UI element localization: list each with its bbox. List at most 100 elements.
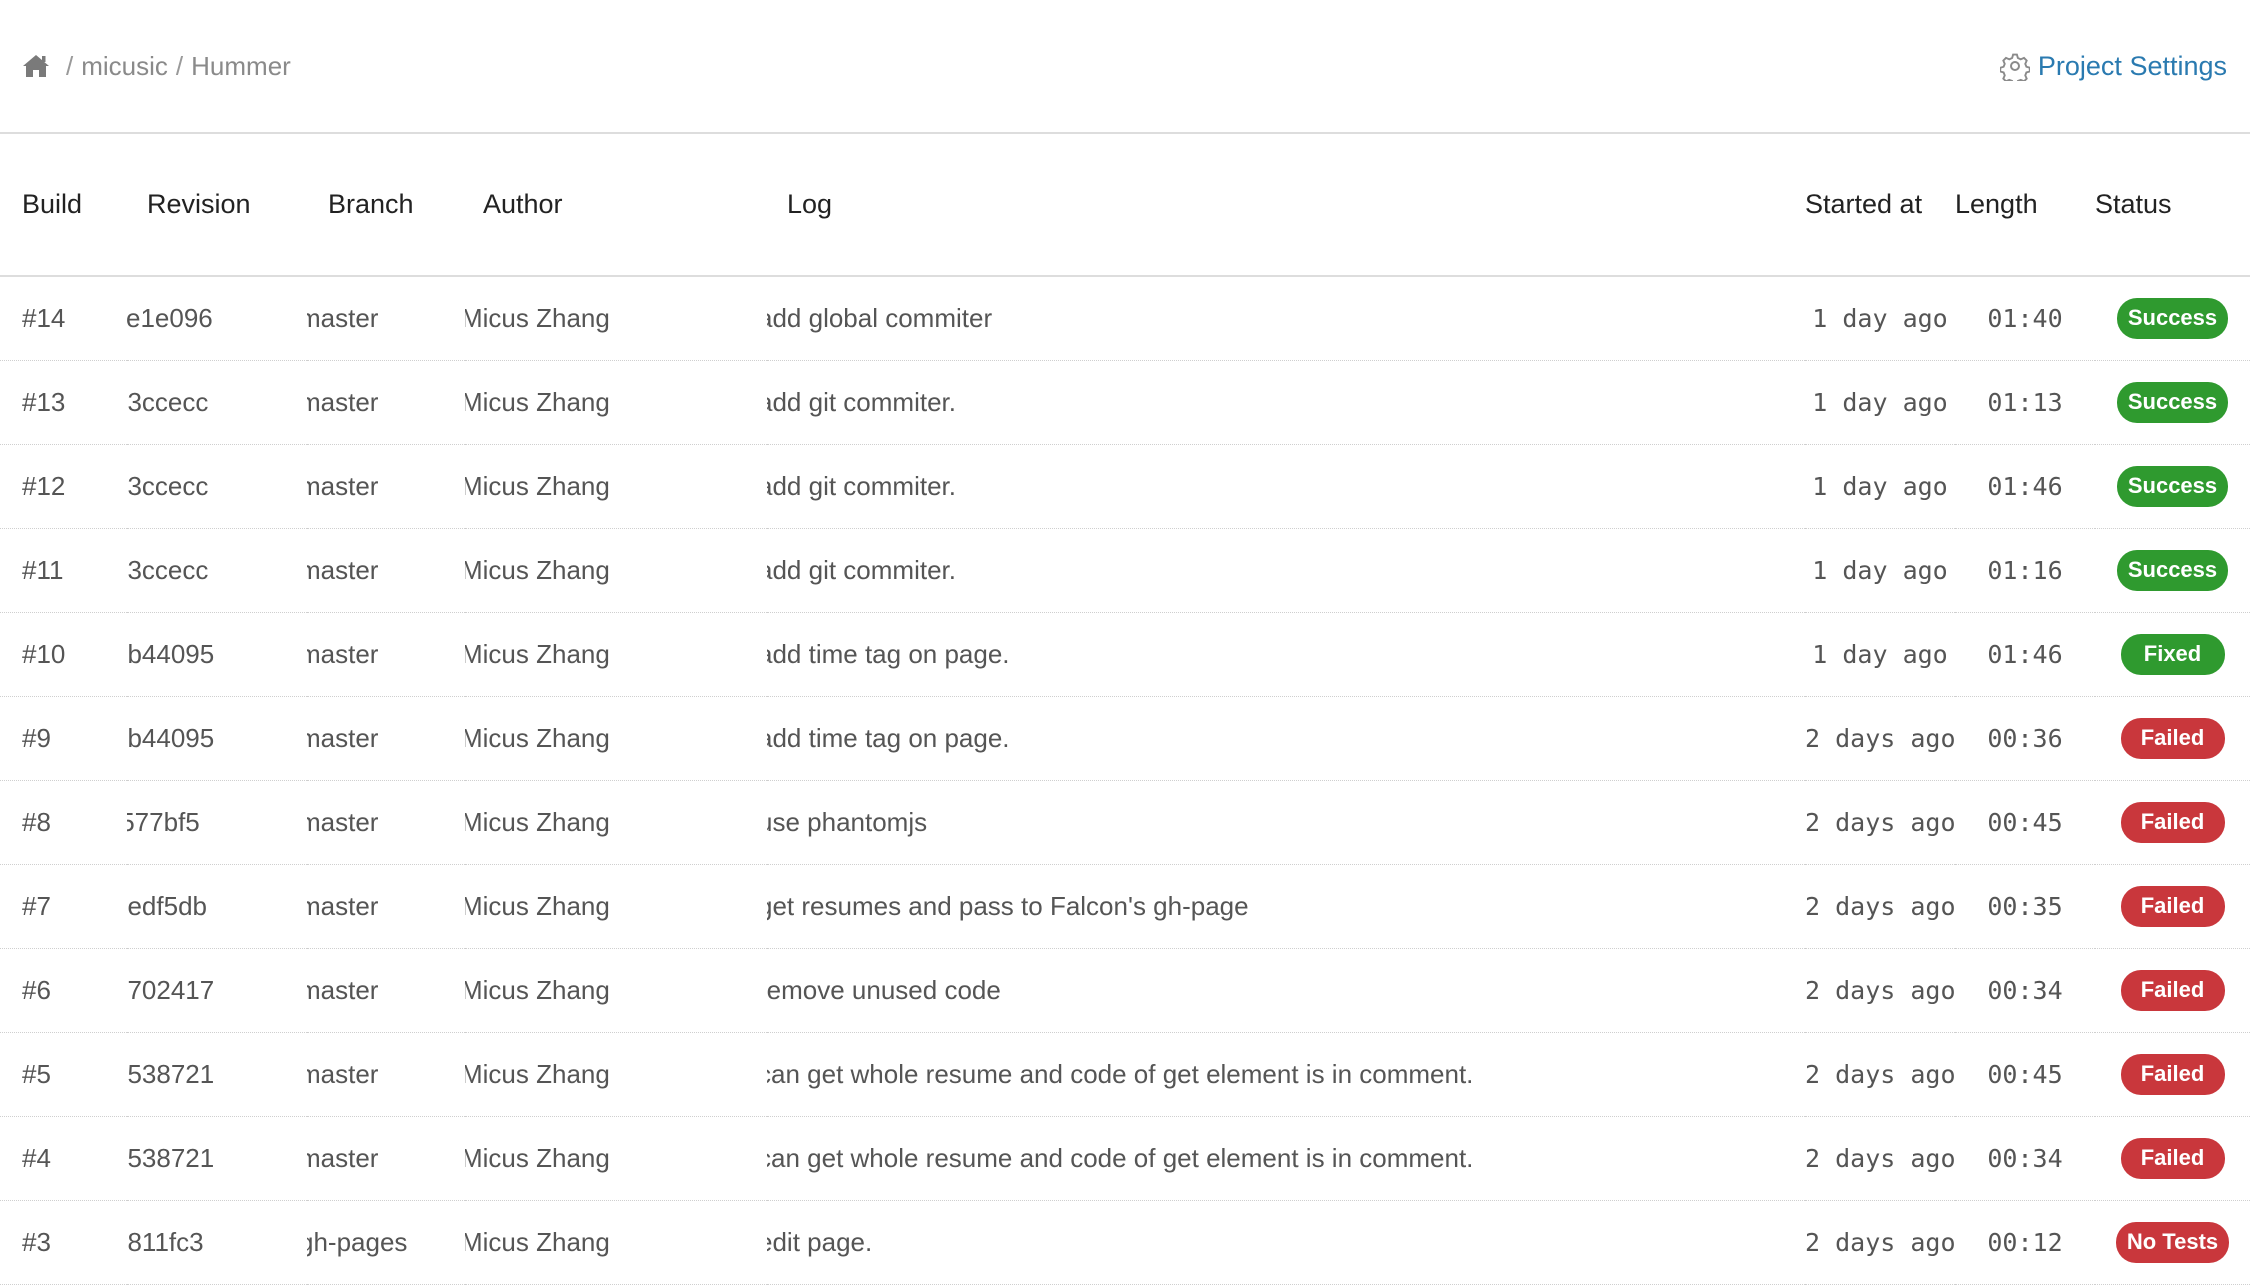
- breadcrumb-project[interactable]: Hummer: [191, 51, 291, 82]
- status-cell: Success: [2095, 528, 2250, 613]
- status-badge: Failed: [2120, 886, 2225, 927]
- author-name: Micus Zhang: [465, 948, 767, 1033]
- started-at: 1 day ago: [1805, 276, 1955, 361]
- revision-hash: 73ccecc: [127, 360, 307, 445]
- commit-log: use phantomjs: [767, 780, 1805, 865]
- author-name: Micus Zhang: [465, 360, 767, 445]
- table-row[interactable]: #103b44095masterMicus Zhangadd time tag …: [0, 612, 2250, 697]
- column-header-started-at[interactable]: Started at: [1805, 134, 1955, 277]
- status-cell: Failed: [2095, 780, 2250, 865]
- status-cell: Failed: [2095, 948, 2250, 1033]
- build-length: 01:46: [1955, 444, 2095, 529]
- build-length: 01:16: [1955, 528, 2095, 613]
- breadcrumb-owner[interactable]: micusic: [81, 51, 168, 82]
- revision-hash: 3b44095: [127, 612, 307, 697]
- column-header-log[interactable]: Log: [767, 134, 1805, 277]
- author-name: Micus Zhang: [465, 1200, 767, 1285]
- author-name: Micus Zhang: [465, 696, 767, 781]
- branch-name: master: [307, 612, 465, 697]
- status-cell: Success: [2095, 444, 2250, 529]
- table-row[interactable]: #1173cceccmasterMicus Zhangadd git commi…: [0, 528, 2250, 613]
- started-at: 2 days ago: [1805, 1116, 1955, 1201]
- status-badge: Success: [2116, 550, 2229, 591]
- status-badge: Failed: [2120, 718, 2225, 759]
- builds-table: Build Revision Branch Author Log Started…: [0, 134, 2250, 1285]
- build-number: #13: [0, 360, 127, 445]
- author-name: Micus Zhang: [465, 612, 767, 697]
- table-row[interactable]: #7bedf5dbmasterMicus Zhangget resumes an…: [0, 864, 2250, 949]
- table-row[interactable]: #4d538721masterMicus Zhangcan get whole …: [0, 1116, 2250, 1201]
- author-name: Micus Zhang: [465, 780, 767, 865]
- table-row[interactable]: #65702417masterMicus Zhangremove unused …: [0, 948, 2250, 1033]
- breadcrumb: / micusic / Hummer: [22, 51, 291, 82]
- breadcrumb-separator: /: [66, 50, 74, 81]
- table-header-row: Build Revision Branch Author Log Started…: [0, 134, 2250, 277]
- branch-name: master: [307, 276, 465, 361]
- table-row[interactable]: #1273cceccmasterMicus Zhangadd git commi…: [0, 444, 2250, 529]
- revision-hash: f577bf5: [127, 780, 307, 865]
- status-badge: Failed: [2120, 802, 2225, 843]
- build-length: 00:45: [1955, 1032, 2095, 1117]
- build-length: 00:34: [1955, 948, 2095, 1033]
- home-icon[interactable]: [22, 53, 50, 79]
- status-cell: Success: [2095, 360, 2250, 445]
- build-number: #10: [0, 612, 127, 697]
- status-cell: Fixed: [2095, 612, 2250, 697]
- build-length: 00:34: [1955, 1116, 2095, 1201]
- build-number: #5: [0, 1032, 127, 1117]
- column-header-build[interactable]: Build: [0, 134, 127, 277]
- table-row[interactable]: #93b44095masterMicus Zhangadd time tag o…: [0, 696, 2250, 781]
- column-header-status[interactable]: Status: [2095, 134, 2250, 277]
- commit-log: can get whole resume and code of get ele…: [767, 1032, 1805, 1117]
- status-badge: Fixed: [2120, 634, 2225, 675]
- gear-icon: [1999, 51, 2031, 86]
- author-name: Micus Zhang: [465, 1032, 767, 1117]
- status-badge: Failed: [2120, 1138, 2225, 1179]
- started-at: 1 day ago: [1805, 528, 1955, 613]
- branch-name: master: [307, 444, 465, 529]
- column-header-length[interactable]: Length: [1955, 134, 2095, 277]
- table-row[interactable]: #14ce1e096masterMicus Zhangadd global co…: [0, 276, 2250, 361]
- table-row[interactable]: #8f577bf5masterMicus Zhanguse phantomjs2…: [0, 780, 2250, 865]
- author-name: Micus Zhang: [465, 528, 767, 613]
- branch-name: master: [307, 864, 465, 949]
- status-cell: Success: [2095, 276, 2250, 361]
- build-number: #8: [0, 780, 127, 865]
- build-number: #11: [0, 528, 127, 613]
- build-number: #4: [0, 1116, 127, 1201]
- column-header-author[interactable]: Author: [465, 134, 767, 277]
- commit-log: add global commiter: [767, 276, 1805, 361]
- status-badge: Success: [2116, 466, 2229, 507]
- status-cell: Failed: [2095, 1116, 2250, 1201]
- branch-name: master: [307, 696, 465, 781]
- author-name: Micus Zhang: [465, 276, 767, 361]
- started-at: 2 days ago: [1805, 864, 1955, 949]
- project-settings-link[interactable]: Project Settings: [1999, 51, 2227, 86]
- build-length: 00:36: [1955, 696, 2095, 781]
- table-row[interactable]: #1373cceccmasterMicus Zhangadd git commi…: [0, 360, 2250, 445]
- revision-hash: ce1e096: [127, 276, 307, 361]
- started-at: 1 day ago: [1805, 444, 1955, 529]
- revision-hash: 3b44095: [127, 696, 307, 781]
- table-row[interactable]: #36811fc3gh-pagesMicus Zhangedit page.2 …: [0, 1200, 2250, 1285]
- builds-table-body: #14ce1e096masterMicus Zhangadd global co…: [0, 276, 2250, 1285]
- table-row[interactable]: #5d538721masterMicus Zhangcan get whole …: [0, 1032, 2250, 1117]
- build-length: 00:35: [1955, 864, 2095, 949]
- commit-log: add git commiter.: [767, 528, 1805, 613]
- branch-name: master: [307, 948, 465, 1033]
- column-header-revision[interactable]: Revision: [127, 134, 307, 277]
- commit-log: add time tag on page.: [767, 696, 1805, 781]
- started-at: 2 days ago: [1805, 696, 1955, 781]
- build-number: #9: [0, 696, 127, 781]
- status-cell: Failed: [2095, 864, 2250, 949]
- build-number: #14: [0, 276, 127, 361]
- started-at: 2 days ago: [1805, 780, 1955, 865]
- status-cell: Failed: [2095, 696, 2250, 781]
- commit-log: add git commiter.: [767, 360, 1805, 445]
- column-header-branch[interactable]: Branch: [307, 134, 465, 277]
- breadcrumb-separator: /: [175, 50, 184, 81]
- commit-log: add time tag on page.: [767, 612, 1805, 697]
- revision-hash: bedf5db: [127, 864, 307, 949]
- branch-name: master: [307, 1116, 465, 1201]
- build-length: 00:45: [1955, 780, 2095, 865]
